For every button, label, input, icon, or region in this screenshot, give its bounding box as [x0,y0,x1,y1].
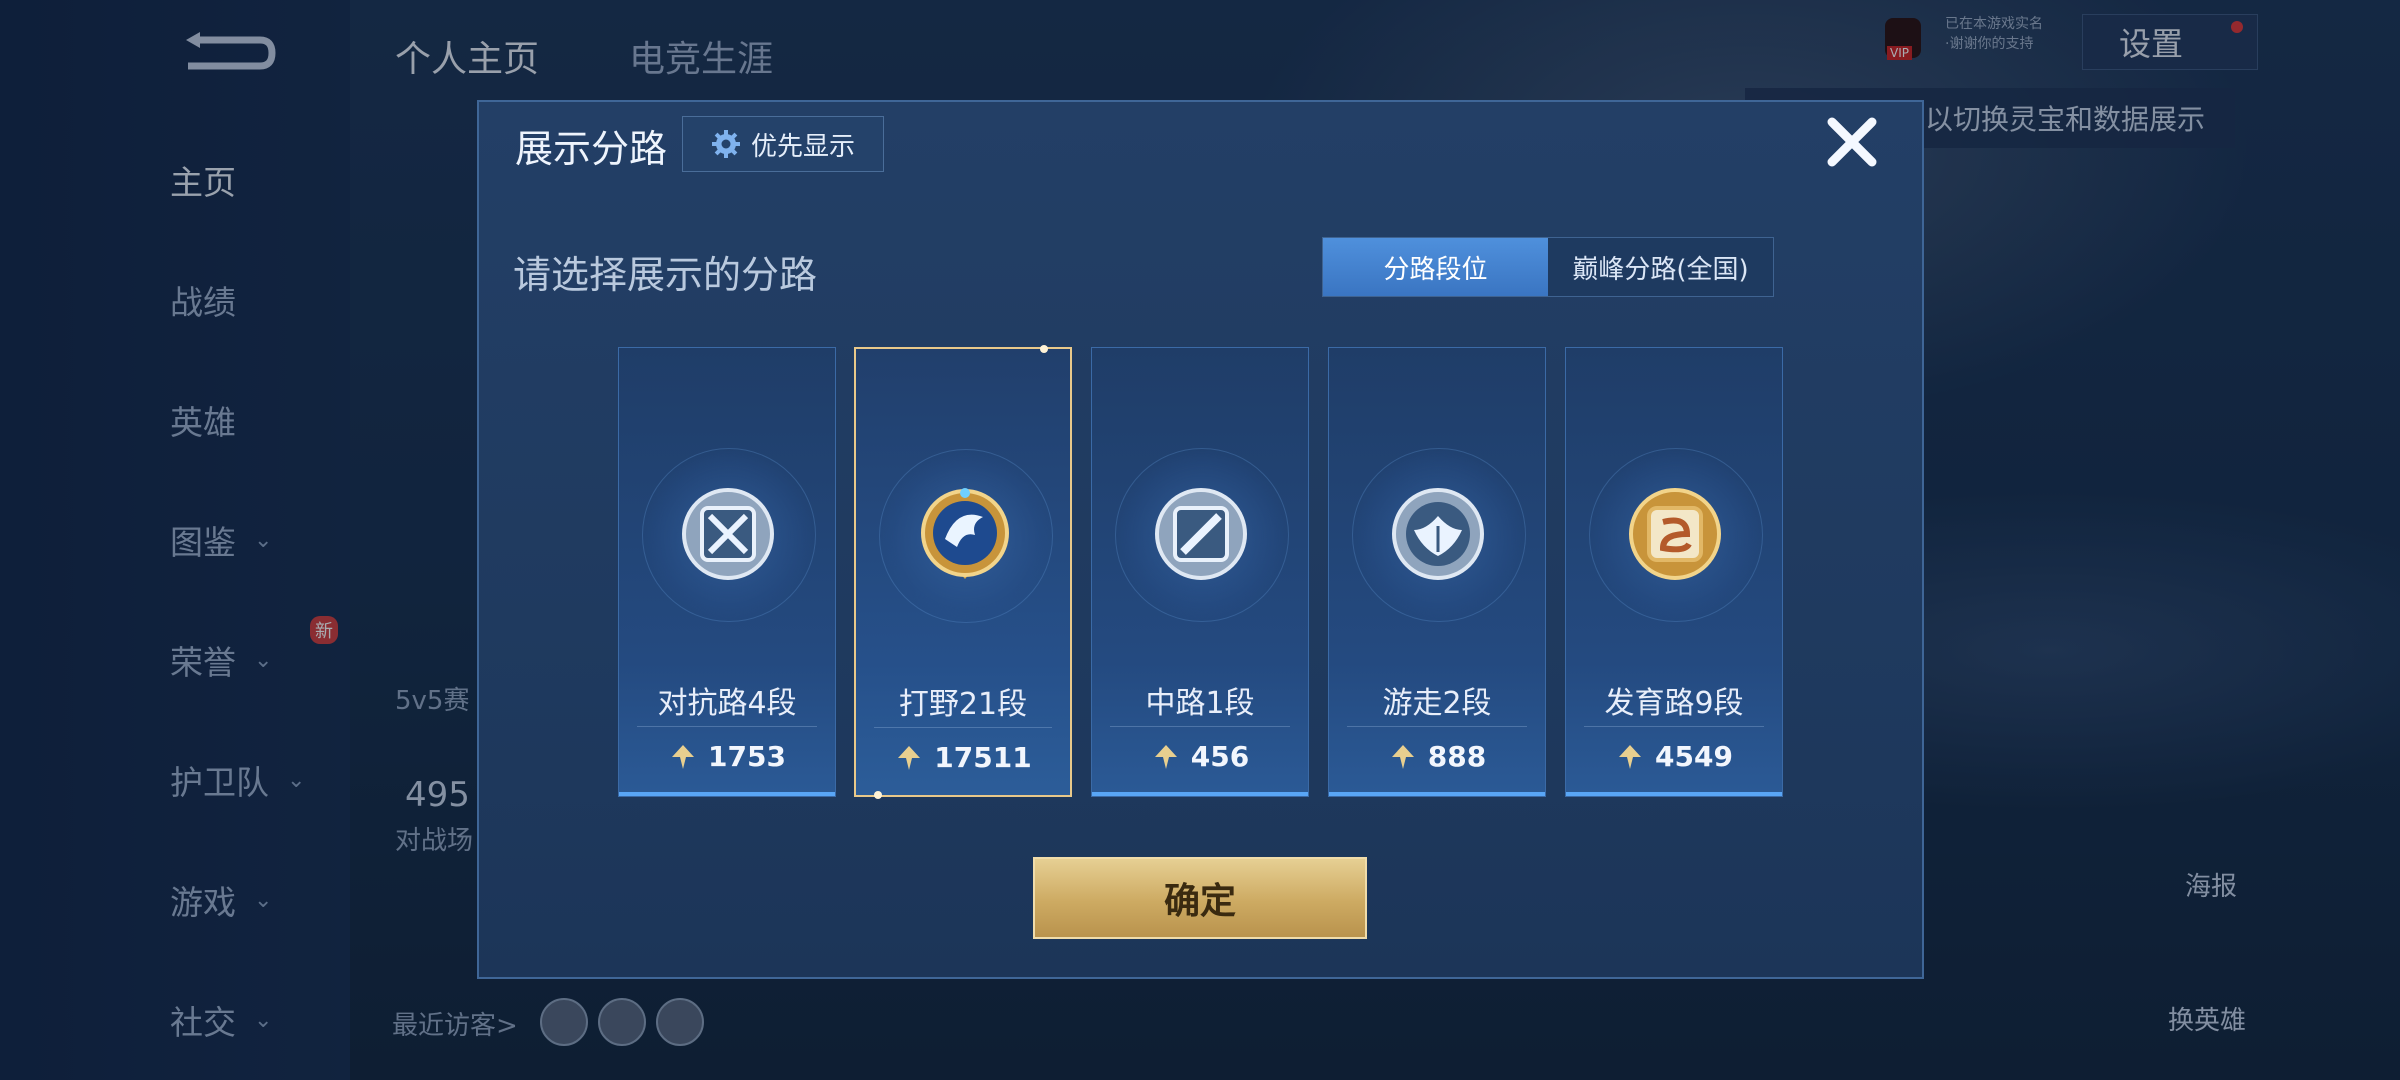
confirm-button[interactable]: 确定 [1033,857,1367,939]
dialog-subtitle: 请选择展示的分路 [513,253,818,297]
sword-shield-icon [682,488,774,580]
lane-label: 对抗路4段 [657,686,797,721]
lane-score-value: 4549 [1655,740,1733,773]
lane-score: 456 [1092,740,1308,773]
lane-card-mid[interactable]: 中路1段 456 [1091,347,1309,797]
lane-card-farm[interactable]: 发育路9段 4549 [1565,347,1783,797]
divider [1110,726,1290,727]
divider [1347,726,1527,727]
lane-score-value: 1753 [708,740,786,773]
corner-decoration [1040,345,1048,353]
close-icon[interactable] [1822,112,1882,172]
power-icon [898,745,921,770]
tab-lane-rank[interactable]: 分路段位 [1323,238,1548,296]
lane-label: 游走2段 [1382,686,1492,721]
rank-type-toggle: 分路段位 巅峰分路(全国) [1322,237,1774,297]
power-icon [1391,744,1414,769]
lane-score: 888 [1329,740,1545,773]
mid-lane-icon [1155,488,1247,580]
lane-label: 发育路9段 [1604,686,1744,721]
lane-score: 4549 [1566,740,1782,773]
divider [637,726,817,727]
lane-card-top[interactable]: 对抗路4段 1753 [618,347,836,797]
card-glow [619,792,835,796]
lane-label: 中路1段 [1145,686,1255,721]
priority-label: 优先显示 [750,131,855,162]
lane-score: 1753 [619,740,835,773]
lane-display-dialog: 展示分路 优先显示 请选择展示的分路 分路段位 巅峰分路(全国) 对抗路4段 1… [477,100,1924,979]
confirm-label: 确定 [1163,881,1236,922]
lane-card-jungle[interactable]: 打野21段 17511 [854,345,1072,799]
card-glow [1566,792,1782,796]
lane-score-value: 17511 [934,741,1032,774]
dragon-badge-icon [921,488,1009,579]
card-glow [1329,792,1545,796]
lane-card-roam[interactable]: 游走2段 888 [1328,347,1546,797]
tab-peak-lane[interactable]: 巅峰分路(全国) [1548,238,1773,296]
wings-icon [1392,488,1484,580]
corner-decoration [874,791,882,799]
divider [1584,726,1764,727]
lane-card-list: 对抗路4段 1753 打野21段 17511 中路1段 456 游走2段 888… [618,345,1788,799]
gear-icon [711,130,740,158]
marksman-icon [1629,488,1721,580]
lane-score-value: 456 [1190,740,1250,773]
dialog-title: 展示分路 [515,127,668,171]
lane-score: 17511 [856,741,1070,774]
card-glow [1092,792,1308,796]
lane-label: 打野21段 [898,687,1028,722]
priority-display-button[interactable]: 优先显示 [682,116,884,172]
lane-score-value: 888 [1427,740,1487,773]
power-icon [672,744,695,769]
power-icon [1619,744,1642,769]
power-icon [1154,744,1177,769]
divider [874,727,1052,728]
